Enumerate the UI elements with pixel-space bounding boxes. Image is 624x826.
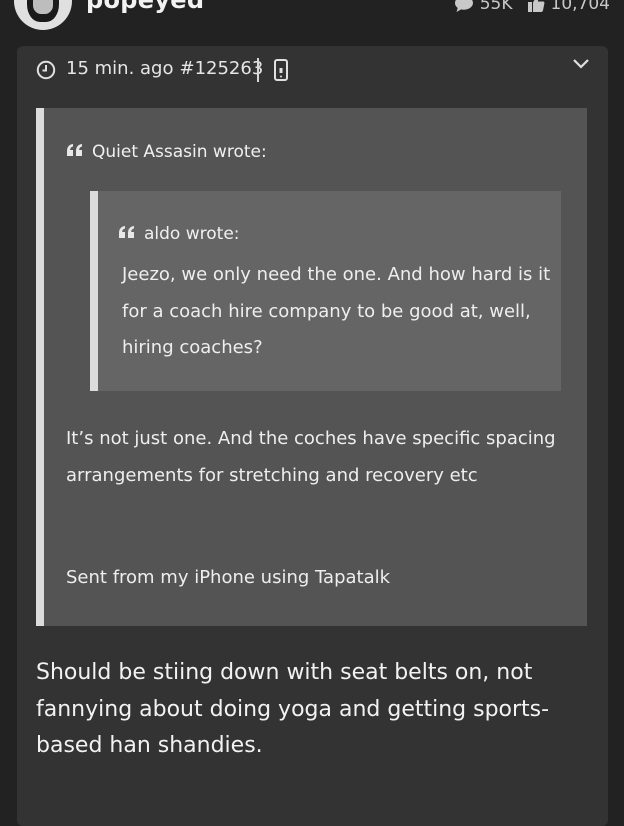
user-stats: 55K 10,704: [454, 0, 610, 14]
nested-quote-text: Jeezo, we only need the one. And how har…: [122, 264, 551, 358]
nested-quote-block: aldo wrote: Jeezo, we only need the one.…: [90, 191, 561, 391]
quote-signature: Sent from my iPhone using Tapatalk: [66, 567, 391, 588]
likes-count: 10,704: [550, 0, 610, 14]
chevron-down-icon[interactable]: [572, 56, 590, 75]
thumbs-up-icon: [527, 0, 545, 13]
quote-mark-icon: [66, 142, 84, 162]
quote-text: It’s not just one. And the coches have s…: [66, 428, 556, 486]
quote-mark-icon: [118, 224, 136, 244]
clock-icon: [36, 60, 56, 84]
post-id[interactable]: #125263: [179, 58, 263, 79]
forum-post: 15 min. ago #125263 Quiet Assasin wrote: …: [17, 46, 608, 826]
quote-author[interactable]: Quiet Assasin wrote:: [92, 142, 267, 162]
post-meta: 15 min. ago #125263: [66, 58, 263, 79]
mobile-device-icon: [274, 59, 288, 85]
nested-quote-author[interactable]: aldo wrote:: [144, 224, 240, 244]
username[interactable]: popeyed: [86, 0, 204, 14]
comments-count: 55K: [479, 0, 513, 14]
comments-stat: 55K: [454, 0, 513, 14]
quote-block: Quiet Assasin wrote: aldo wrote: Jeezo, …: [36, 108, 587, 626]
avatar-face: [33, 0, 53, 14]
likes-stat: 10,704: [527, 0, 610, 14]
speech-bubble-icon: [454, 0, 474, 13]
avatar[interactable]: [14, 0, 72, 30]
post-body: Should be stiing down with seat belts on…: [36, 660, 550, 758]
post-time: 15 min. ago: [66, 58, 174, 79]
user-header: popeyed 55K 10,704: [0, 0, 624, 46]
nested-quote-attribution: aldo wrote:: [118, 224, 240, 244]
quote-attribution: Quiet Assasin wrote:: [66, 142, 267, 162]
header-divider: [257, 58, 259, 82]
post-header: 15 min. ago #125263: [17, 46, 608, 94]
